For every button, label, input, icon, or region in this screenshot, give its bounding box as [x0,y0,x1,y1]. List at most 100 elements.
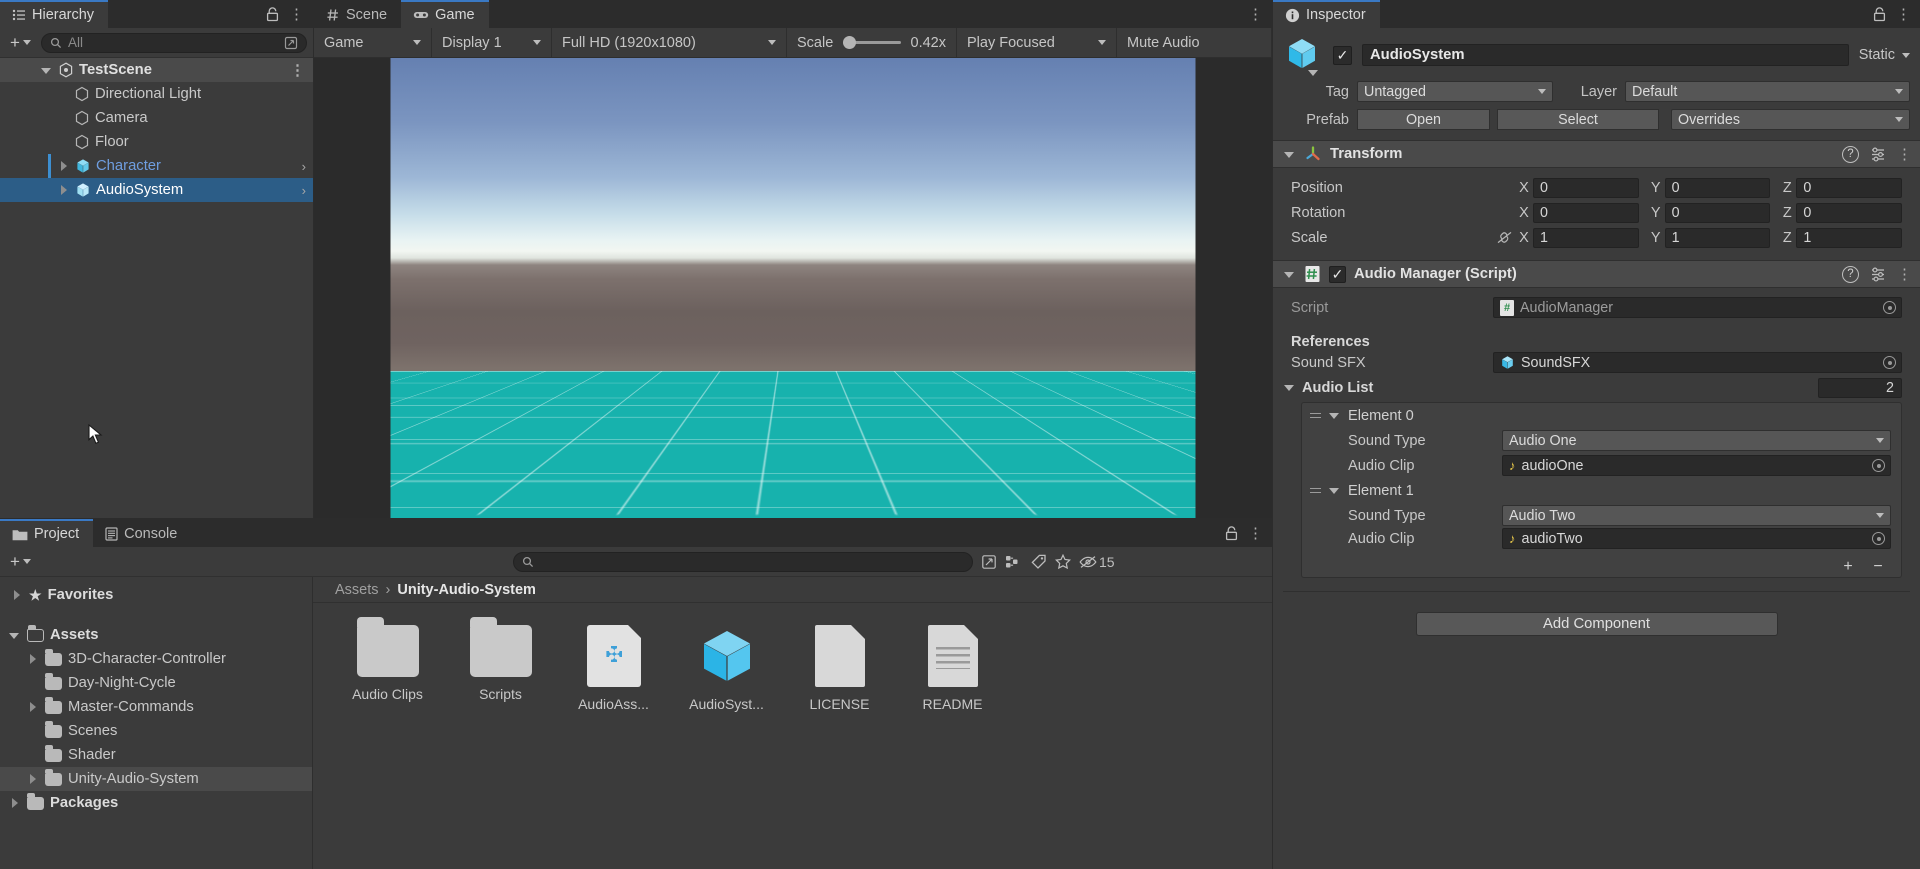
foldout-closed-icon[interactable] [57,160,70,173]
lock-icon[interactable] [266,7,279,22]
foldout-closed-icon[interactable] [57,184,70,197]
foldout-closed-icon[interactable] [26,773,39,786]
drag-handle-icon[interactable] [1310,487,1321,495]
tab-project[interactable]: Project [0,519,93,547]
hierarchy-item-audiosystem[interactable]: AudioSystem › [0,178,313,202]
audio-list-size-input[interactable]: 2 [1818,378,1902,398]
element-1-sound-type-dropdown[interactable]: Audio Two [1502,505,1891,526]
element-0-audio-clip-field[interactable]: ♪ audioOne [1502,455,1891,476]
rotation-x-input[interactable]: 0 [1533,203,1639,223]
asset-item[interactable]: AudioAss... [557,625,670,712]
packages-filter-icon[interactable] [1005,554,1023,570]
breadcrumb-current[interactable]: Unity-Audio-System [397,582,536,598]
prefab-cube-icon[interactable] [1285,36,1323,74]
project-tree-packages[interactable]: Packages [0,791,312,815]
scale-slider-track[interactable] [843,41,900,44]
kebab-menu-icon[interactable]: ⋮ [1897,147,1912,162]
static-toggle[interactable]: Static [1859,47,1910,63]
foldout-open-icon[interactable] [1328,409,1341,422]
object-picker-icon[interactable] [1883,356,1896,369]
scale-y-input[interactable]: 1 [1665,228,1771,248]
game-view-mode-dropdown[interactable]: Game [314,28,432,57]
position-x-input[interactable]: 0 [1533,178,1639,198]
hierarchy-item-floor[interactable]: Floor [0,130,313,154]
chevron-right-icon[interactable]: › [302,159,306,174]
transform-component-header[interactable]: Transform ? ⋮ [1273,140,1920,168]
prefab-overrides-dropdown[interactable]: Overrides [1671,109,1910,130]
position-y-input[interactable]: 0 [1665,178,1771,198]
prefab-select-button[interactable]: Select [1497,109,1659,130]
layer-dropdown[interactable]: Default [1625,81,1910,102]
foldout-closed-icon[interactable] [10,589,23,602]
game-display-dropdown[interactable]: Display 1 [432,28,552,57]
object-enabled-checkbox[interactable]: ✓ [1333,46,1352,65]
audio-list-element-0-header[interactable]: Element 0 [1302,403,1901,428]
foldout-open-icon[interactable] [1283,148,1296,161]
tag-dropdown[interactable]: Untagged [1357,81,1553,102]
project-tree-master-commands[interactable]: Master-Commands [0,695,312,719]
project-tree-scenes[interactable]: Scenes [0,719,312,743]
asset-item[interactable]: Audio Clips [331,625,444,712]
scale-slider-knob[interactable] [843,36,856,49]
rotation-z-input[interactable]: 0 [1796,203,1902,223]
foldout-open-icon[interactable] [1283,381,1296,394]
add-component-button[interactable]: Add Component [1416,612,1778,636]
scale-z-input[interactable]: 1 [1796,228,1902,248]
project-tree-assets[interactable]: Assets [0,623,312,647]
game-scale-slider[interactable]: Scale 0.42x [787,28,957,57]
foldout-closed-icon[interactable] [26,701,39,714]
tab-hierarchy[interactable]: Hierarchy [0,0,108,28]
project-tree-unity-audio-system[interactable]: Unity-Audio-System [0,767,312,791]
search-filter-icon[interactable] [284,36,298,50]
tab-console[interactable]: Console [93,519,191,547]
foldout-open-icon[interactable] [40,64,53,77]
project-tree-shader[interactable]: Shader [0,743,312,767]
constrain-proportions-off-icon[interactable] [1493,230,1515,245]
game-resolution-dropdown[interactable]: Full HD (1920x1080) [552,28,787,57]
audio-manager-enabled-checkbox[interactable]: ✓ [1329,266,1346,283]
game-mute-audio-toggle[interactable]: Mute Audio [1117,28,1272,57]
foldout-closed-icon[interactable] [8,797,21,810]
hierarchy-item-camera[interactable]: Camera [0,106,313,130]
breadcrumb-root[interactable]: Assets [335,582,379,598]
project-search-input[interactable] [513,552,973,572]
project-tree-3d-character-controller[interactable]: 3D-Character-Controller [0,647,312,671]
foldout-open-icon[interactable] [1328,484,1341,497]
sound-sfx-object-field[interactable]: SoundSFX [1493,352,1902,373]
kebab-menu-icon[interactable]: ⋮ [1248,7,1263,22]
label-filter-icon[interactable] [1031,554,1047,570]
tab-inspector[interactable]: Inspector [1273,0,1380,28]
position-z-input[interactable]: 0 [1796,178,1902,198]
object-picker-icon[interactable] [1872,532,1885,545]
hierarchy-item-directional-light[interactable]: Directional Light [0,82,313,106]
script-object-field[interactable]: # AudioManager [1493,297,1902,318]
preset-icon[interactable] [1870,267,1886,282]
foldout-closed-icon[interactable] [26,653,39,666]
hierarchy-search-input[interactable]: All [41,33,307,53]
tab-scene[interactable]: Scene [314,0,401,28]
rotation-y-input[interactable]: 0 [1665,203,1771,223]
project-tree-day-night-cycle[interactable]: Day-Night-Cycle [0,671,312,695]
tab-game[interactable]: Game [401,0,489,28]
hidden-assets-counter[interactable]: 15 [1079,554,1115,570]
asset-item[interactable]: LICENSE [783,625,896,712]
hierarchy-item-character[interactable]: Character › [0,154,313,178]
game-canvas[interactable] [314,58,1272,518]
asset-item[interactable]: AudioSyst... [670,625,783,712]
element-1-audio-clip-field[interactable]: ♪ audioTwo [1502,528,1891,549]
chevron-down-icon[interactable] [1308,70,1318,76]
scene-kebab-menu-icon[interactable]: ⋮ [290,63,305,78]
audio-manager-component-header[interactable]: ✓ Audio Manager (Script) ? ⋮ [1273,260,1920,288]
object-picker-icon[interactable] [1872,459,1885,472]
object-picker-icon[interactable] [1883,301,1896,314]
foldout-open-icon[interactable] [1283,268,1296,281]
project-add-button[interactable]: + [6,552,35,572]
hierarchy-add-button[interactable]: + [6,33,35,53]
audio-list-add-button[interactable]: + [1833,557,1863,577]
save-search-icon[interactable] [981,554,997,570]
lock-icon[interactable] [1225,526,1238,541]
prefab-open-button[interactable]: Open [1357,109,1490,130]
scale-x-input[interactable]: 1 [1533,228,1639,248]
help-icon[interactable]: ? [1842,146,1859,163]
element-0-sound-type-dropdown[interactable]: Audio One [1502,430,1891,451]
